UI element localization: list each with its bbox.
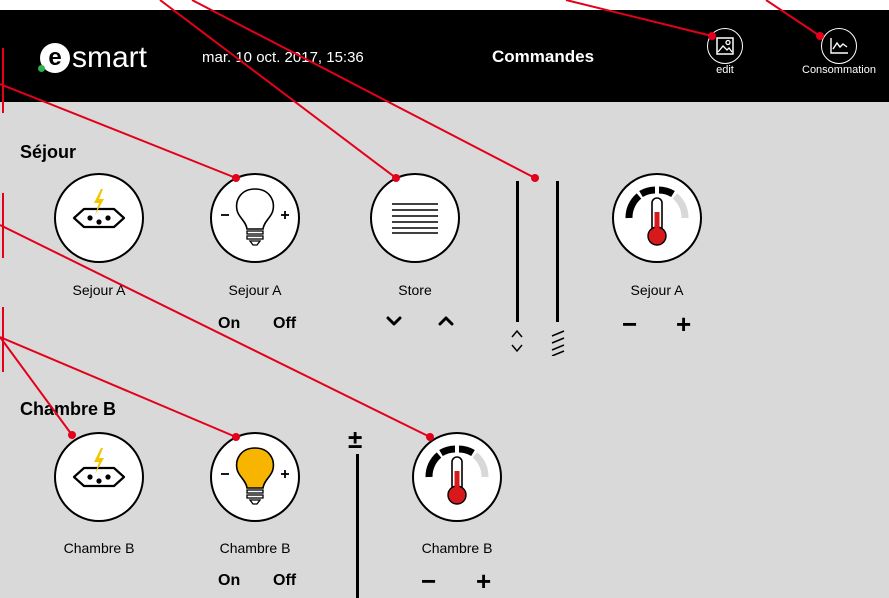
device-label: Sejour A — [72, 282, 126, 298]
tilt-lamella-icon — [549, 328, 567, 361]
light-off-button[interactable]: Off — [273, 572, 296, 590]
socket-icon — [72, 448, 126, 488]
light-on-button[interactable]: On — [218, 572, 240, 590]
blind-icon — [392, 203, 438, 234]
light-off-button[interactable]: Off — [273, 315, 296, 333]
section-title-sejour: Séjour — [20, 142, 77, 162]
thermostat-plus-button[interactable]: + — [476, 568, 491, 594]
dimmer-slider[interactable] — [356, 454, 359, 598]
controls-panel: Séjour Sejour A Sejour A On Off Store Se… — [0, 102, 889, 598]
section-title-chambre-b: Chambre B — [20, 399, 117, 419]
esmart-logo: e smart — [38, 38, 147, 78]
thermometer-icon — [625, 186, 689, 246]
thermometer-icon — [425, 445, 489, 505]
light-on-button[interactable]: On — [218, 315, 240, 333]
device-label: Chambre B — [421, 540, 493, 556]
chevron-down-icon — [386, 316, 402, 326]
edit-button[interactable]: edit — [700, 28, 750, 76]
plusminus-icon: ± — [348, 424, 363, 454]
consumption-button[interactable]: Consommation — [789, 28, 889, 76]
edit-label: edit — [716, 64, 734, 76]
socket-icon — [72, 189, 126, 229]
bulb-icon — [221, 447, 289, 505]
updown-arrows-icon — [510, 328, 524, 359]
light-button-sejour[interactable] — [210, 173, 300, 263]
chevron-up-icon — [438, 316, 454, 326]
device-label: Chambre B — [63, 540, 135, 556]
thermostat-minus-button[interactable]: − — [622, 311, 637, 337]
device-label: Sejour A — [630, 282, 684, 298]
date-time: mar. 10 oct. 2017, 15:36 — [202, 49, 364, 66]
thermostat-button-chambre-b[interactable] — [412, 432, 502, 522]
page-title: Commandes — [492, 47, 595, 66]
logo-e-mark: e — [38, 43, 70, 73]
socket-button-sejour[interactable] — [54, 173, 144, 263]
line-chart-icon — [821, 28, 857, 64]
blind-down-button[interactable] — [386, 314, 402, 332]
top-bar: e smart mar. 10 oct. 2017, 15:36 Command… — [0, 10, 889, 102]
blind-button-store[interactable] — [370, 173, 460, 263]
thermostat-minus-button[interactable]: − — [421, 568, 436, 594]
thermostat-button-sejour[interactable] — [612, 173, 702, 263]
logo-green-dot — [38, 65, 45, 72]
consumption-label: Consommation — [802, 64, 876, 76]
device-label: Chambre B — [219, 540, 291, 556]
blind-tilt-slider[interactable] — [556, 181, 559, 322]
blind-up-button[interactable] — [438, 314, 454, 332]
socket-button-chambre-b[interactable] — [54, 432, 144, 522]
blind-position-slider[interactable] — [516, 181, 519, 322]
thermostat-plus-button[interactable]: + — [676, 311, 691, 337]
light-button-chambre-b[interactable] — [210, 432, 300, 522]
bulb-icon — [221, 188, 289, 246]
logo-text: smart — [72, 41, 147, 74]
device-label: Sejour A — [228, 282, 282, 298]
image-icon — [707, 28, 743, 64]
device-label: Store — [398, 282, 432, 298]
